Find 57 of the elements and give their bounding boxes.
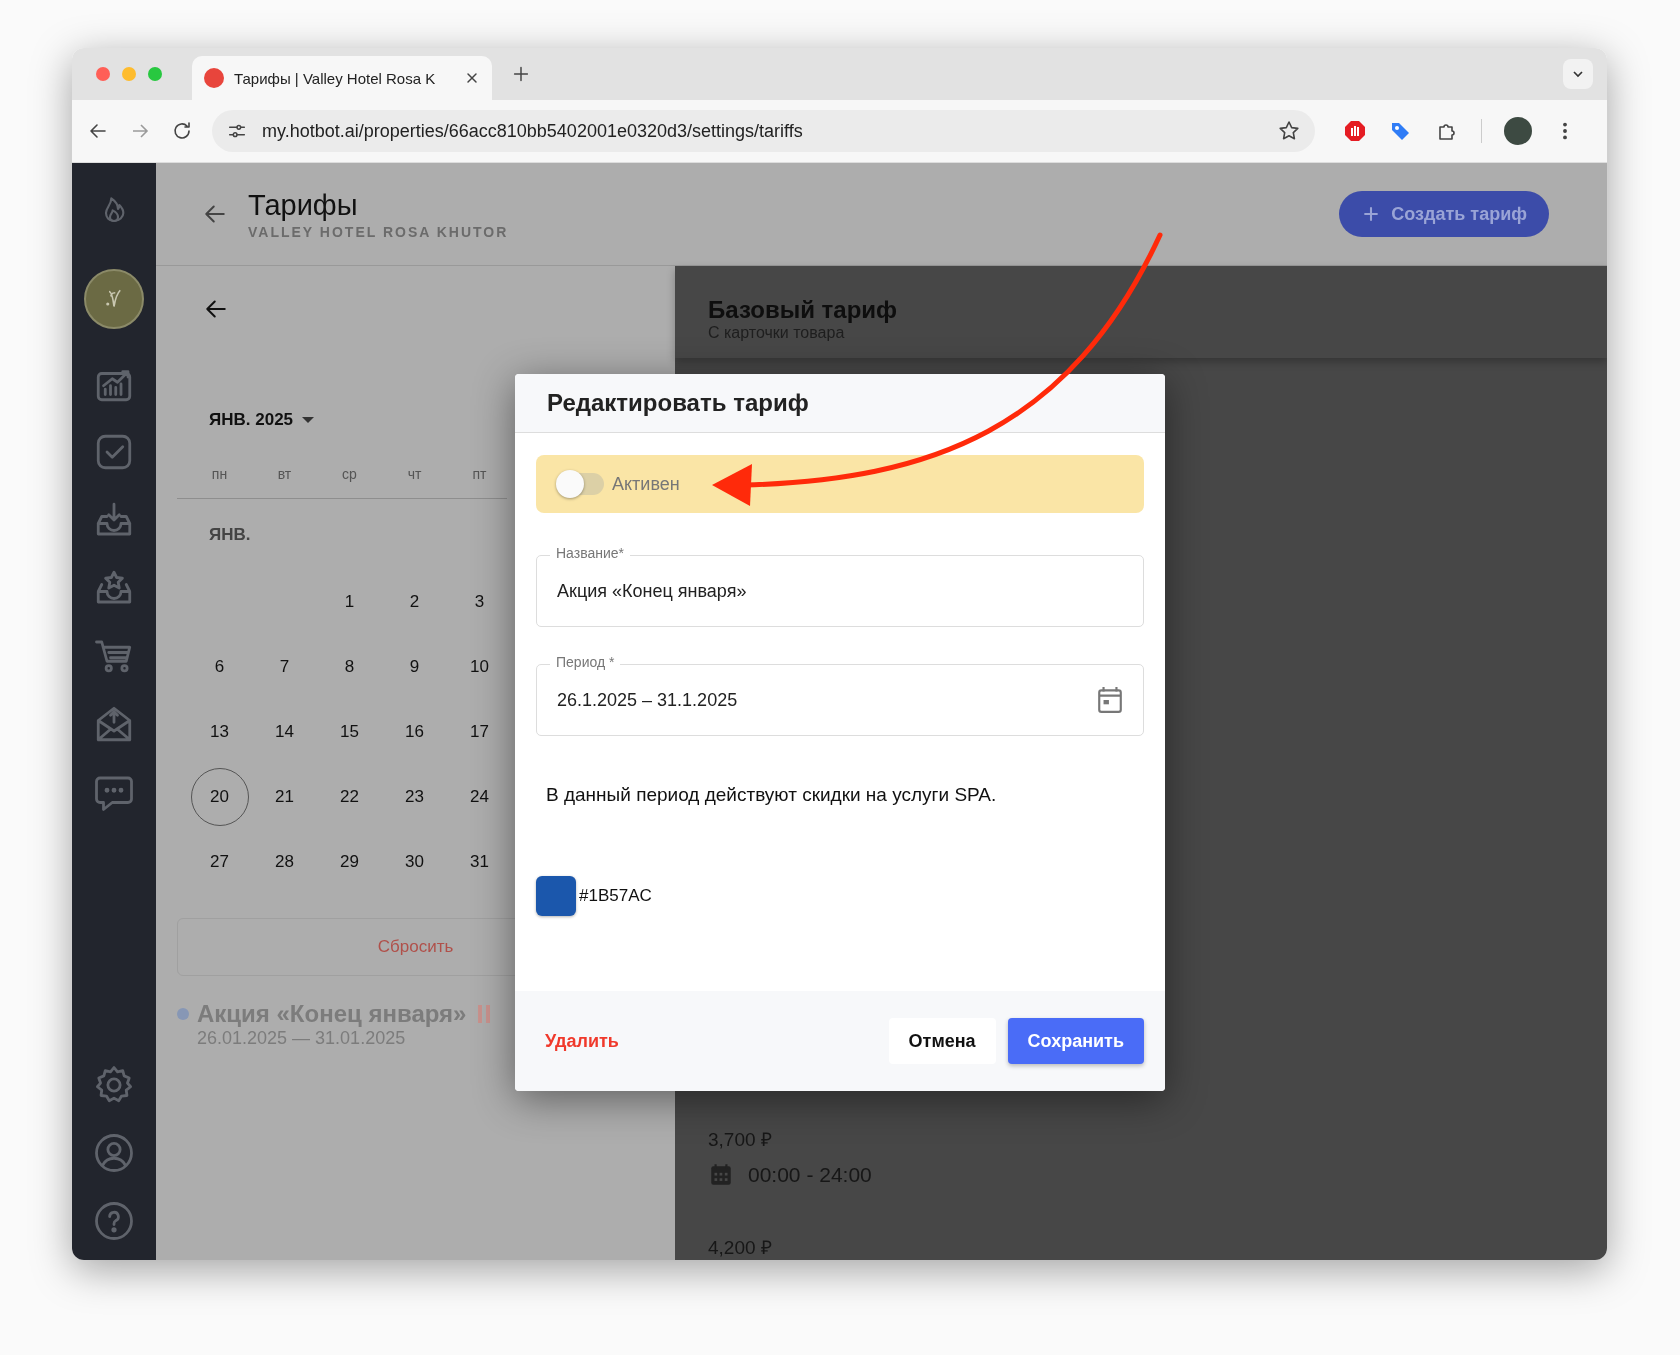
toggle-label: Активен: [612, 473, 680, 495]
calendar-day[interactable]: 7: [255, 637, 314, 696]
calendar-day[interactable]: 15: [320, 702, 379, 761]
profile-avatar[interactable]: [1504, 117, 1532, 145]
zoom-window-button[interactable]: [148, 67, 162, 81]
help-icon[interactable]: [93, 1200, 135, 1242]
calendar-day[interactable]: 17: [450, 702, 509, 761]
browser-tab[interactable]: Тарифы | Valley Hotel Rosa K: [192, 56, 492, 100]
description-text: В данный период действуют скидки на услуги SPA.: [546, 784, 998, 806]
calendar-icon[interactable]: [1097, 686, 1123, 714]
calendar-day[interactable]: 10: [450, 637, 509, 696]
calendar-icon: [708, 1162, 734, 1188]
calendar-day[interactable]: 28: [255, 832, 314, 891]
page-title: Тарифы: [248, 188, 359, 222]
field-label: Название*: [550, 545, 630, 561]
weekday-label: пн: [210, 465, 229, 484]
hotel-logo[interactable]: [84, 269, 144, 329]
calendar-day[interactable]: 23: [385, 767, 444, 826]
calendar-day[interactable]: 14: [255, 702, 314, 761]
address-bar[interactable]: my.hotbot.ai/properties/66acc810bb5402001e0320d3/settings/tariffs: [212, 110, 1315, 152]
tariff-title: Базовый тариф: [708, 296, 899, 324]
calendar-day[interactable]: 30: [385, 832, 444, 891]
save-button[interactable]: Сохранить: [1007, 1018, 1144, 1064]
calendar-day[interactable]: 16: [385, 702, 444, 761]
calendar-day[interactable]: 8: [320, 637, 379, 696]
tab-menu-button[interactable]: [1563, 59, 1593, 89]
close-icon[interactable]: [464, 70, 480, 86]
calendar-day[interactable]: 22: [320, 767, 379, 826]
calendar-day[interactable]: 21: [255, 767, 314, 826]
field-label: Период *: [550, 654, 621, 670]
month-label: ЯНВ.: [209, 525, 252, 545]
dialog-title: Редактировать тариф: [547, 389, 809, 417]
hotel-name: VALLEY HOTEL ROSA KHUTOR: [248, 223, 509, 240]
user-icon[interactable]: [93, 1132, 135, 1174]
calendar-day[interactable]: 6: [190, 637, 249, 696]
close-window-button[interactable]: [96, 67, 110, 81]
stop-hand-icon[interactable]: [1343, 119, 1367, 143]
delete-button[interactable]: Удалить: [545, 1030, 619, 1052]
calendar-day[interactable]: 3: [450, 572, 509, 631]
dropdown-caret-icon: [301, 415, 316, 425]
weekday-label: чт: [406, 465, 423, 484]
calendar-day[interactable]: 27: [190, 832, 249, 891]
star-icon[interactable]: [1277, 119, 1301, 143]
calendar-day[interactable]: 1: [320, 572, 379, 631]
calendar-day[interactable]: 2: [385, 572, 444, 631]
weekday-label: вт: [276, 465, 293, 484]
calendar-day[interactable]: 29: [320, 832, 379, 891]
weekday-label: ср: [341, 465, 358, 484]
color-code: #1B57AC: [579, 886, 652, 906]
cancel-button[interactable]: Отмена: [888, 1018, 996, 1064]
calendar-day[interactable]: 24: [450, 767, 509, 826]
calendar-day[interactable]: 31: [450, 832, 509, 891]
color-swatch[interactable]: [536, 876, 576, 916]
active-toggle[interactable]: [558, 473, 604, 495]
calendar-day[interactable]: 9: [385, 637, 444, 696]
weekday-label: пт: [471, 465, 488, 484]
calendar-day[interactable]: 13: [190, 702, 249, 761]
